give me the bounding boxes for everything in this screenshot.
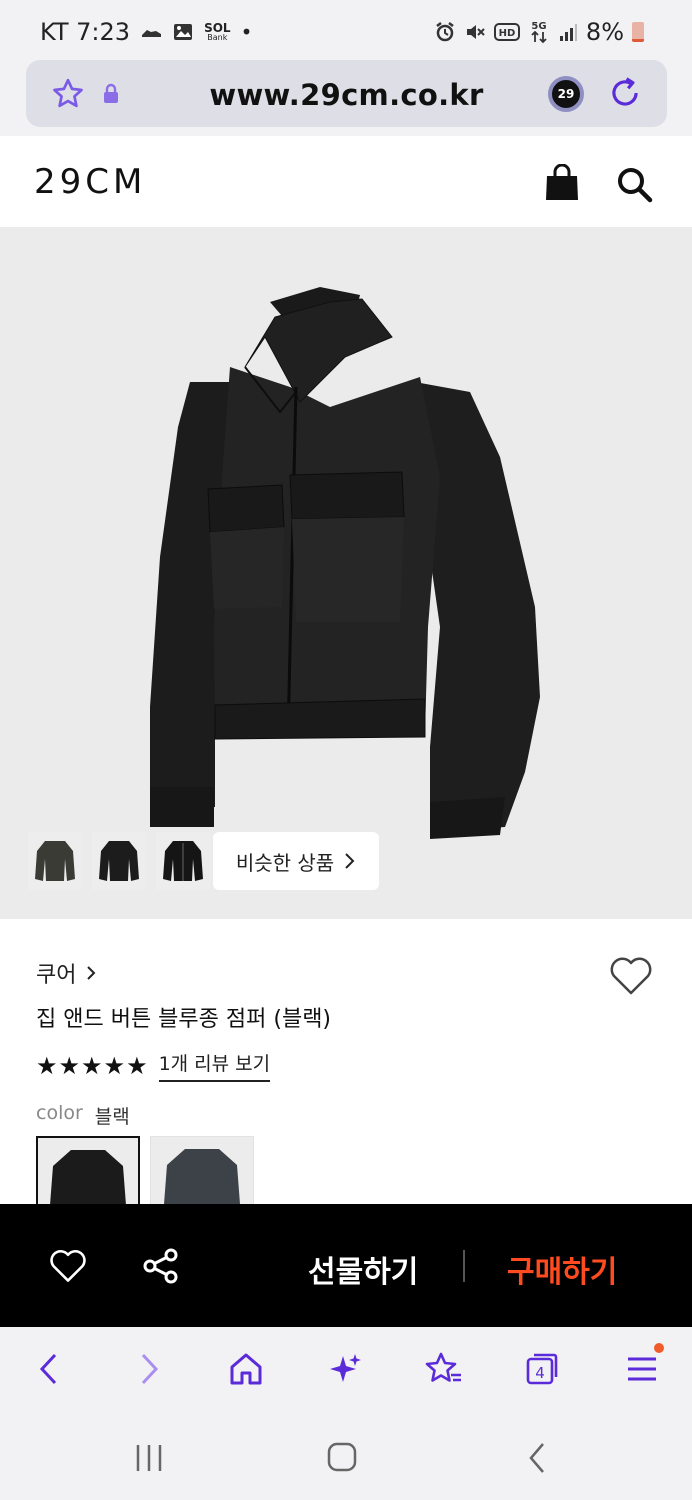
thumbnail-2[interactable] xyxy=(92,832,146,890)
battery-icon xyxy=(632,22,644,42)
wishlist-heart-icon[interactable] xyxy=(608,955,654,997)
thumbnail-strip xyxy=(28,832,210,890)
green-jacket-thumb xyxy=(35,841,75,881)
system-nav xyxy=(0,1417,692,1500)
search-icon[interactable] xyxy=(614,164,654,204)
forward-arrow-icon xyxy=(141,1353,159,1385)
share-icon[interactable] xyxy=(142,1247,180,1285)
thumbnail-1[interactable] xyxy=(28,832,82,890)
sneaker-icon xyxy=(142,30,162,37)
5g-icon: 5G xyxy=(531,21,547,44)
sol-bank-sub: Bank xyxy=(207,33,228,42)
menu-icon xyxy=(628,1357,656,1381)
black-bomber-thumb xyxy=(163,841,203,881)
bookmarks-star-icon xyxy=(425,1352,461,1382)
tabs-button[interactable]: 4 xyxy=(522,1349,562,1389)
gallery-icon xyxy=(174,24,193,40)
gift-button[interactable]: 선물하기 xyxy=(308,1247,418,1291)
menu-notification-dot xyxy=(654,1343,664,1353)
jacket-image xyxy=(150,287,540,839)
logo[interactable]: 29CM xyxy=(34,162,146,202)
color-label: color xyxy=(36,1102,83,1124)
action-bar: 선물하기 구매하기 xyxy=(0,1204,692,1327)
site-header: 29CM xyxy=(0,136,692,227)
sol-bank-icon: SOL Bank xyxy=(204,22,231,42)
thumbnail-3[interactable] xyxy=(156,832,210,890)
tab-count: 4 xyxy=(535,1364,545,1382)
rating-stars: ★★★★★ xyxy=(36,1051,149,1080)
menu-button[interactable] xyxy=(622,1343,664,1389)
review-link[interactable]: 1개 리뷰 보기 xyxy=(158,1049,271,1082)
svg-text:HD: HD xyxy=(499,28,516,39)
site-favicon-badge[interactable]: 29 xyxy=(548,76,584,112)
color-value: 블랙 xyxy=(94,1106,130,1128)
product-info: 쿠어 집 앤드 버튼 블루종 점퍼 (블랙) ★★★★★ 1개 리뷰 보기 co… xyxy=(0,919,692,1216)
svg-text:5G: 5G xyxy=(531,21,546,32)
chevron-right-icon xyxy=(345,853,355,869)
address-bar[interactable]: www.29cm.co.kr 29 xyxy=(26,60,667,127)
chevron-right-icon xyxy=(87,966,96,980)
buy-button[interactable]: 구매하기 xyxy=(507,1247,617,1291)
shopping-bag-icon[interactable] xyxy=(544,164,580,202)
color-row: color 블랙 xyxy=(36,1102,130,1129)
like-heart-icon[interactable] xyxy=(48,1248,88,1284)
status-bar: KT 7:23 SOL Bank • HD 5G 8% xyxy=(0,0,692,60)
rating-row: ★★★★★ 1개 리뷰 보기 xyxy=(36,1049,271,1082)
carrier-time: KT 7:23 xyxy=(40,18,131,46)
brand-name: 쿠어 xyxy=(36,963,77,988)
alarm-icon xyxy=(436,22,454,42)
status-left: KT 7:23 SOL Bank • xyxy=(40,18,252,46)
refresh-icon[interactable] xyxy=(606,74,644,112)
black-jacket-thumb xyxy=(99,841,139,881)
forward-button[interactable] xyxy=(130,1349,170,1389)
signal-icon xyxy=(559,24,577,41)
home-button[interactable] xyxy=(226,1349,266,1389)
hd-icon: HD xyxy=(493,23,520,41)
similar-products-button[interactable]: 비슷한 상품 xyxy=(213,832,379,890)
bookmarks-button[interactable] xyxy=(424,1349,464,1389)
notification-dot: • xyxy=(240,20,253,44)
ai-assistant-button[interactable] xyxy=(326,1349,366,1389)
home-nav-icon[interactable] xyxy=(326,1441,358,1473)
action-divider xyxy=(463,1250,465,1282)
mute-icon xyxy=(466,25,485,39)
back-button[interactable] xyxy=(28,1349,68,1389)
sparkle-icon xyxy=(330,1354,361,1382)
home-icon xyxy=(230,1353,262,1385)
similar-products-label: 비슷한 상품 xyxy=(235,850,335,875)
back-arrow-icon xyxy=(39,1353,57,1385)
browser-nav: 4 xyxy=(0,1327,692,1417)
recent-apps-icon[interactable] xyxy=(134,1441,164,1475)
brand-link[interactable]: 쿠어 xyxy=(36,957,96,989)
status-right: HD 5G 8% xyxy=(434,18,644,46)
back-nav-icon[interactable] xyxy=(526,1441,548,1475)
product-image[interactable]: 비슷한 상품 xyxy=(0,227,692,919)
battery-percent: 8% xyxy=(585,18,624,46)
product-title: 집 앤드 버튼 블루종 점퍼 (블랙) xyxy=(36,1007,332,1032)
